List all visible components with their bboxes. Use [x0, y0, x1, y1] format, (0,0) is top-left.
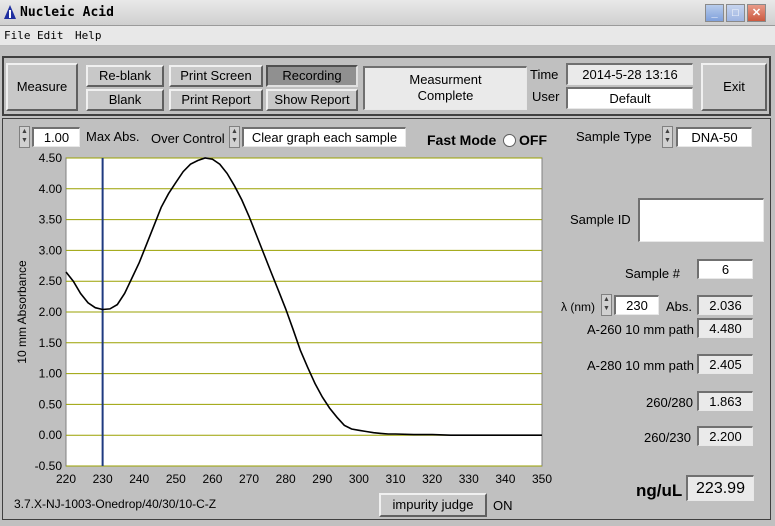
y-tick-label: 1.50 — [39, 336, 63, 350]
sample-type-spinner[interactable]: ▲ ▼ — [662, 126, 673, 148]
ratio-260-230-label: 260/230 — [644, 430, 691, 445]
a280-value: 2.405 — [697, 354, 753, 374]
y-tick-label: 2.50 — [39, 274, 63, 288]
x-tick-label: 290 — [312, 472, 332, 486]
a280-label: A-280 10 mm path — [587, 358, 694, 373]
x-axis-label: Wavelength nm — [233, 488, 316, 490]
lambda-field[interactable]: 230 — [614, 295, 659, 315]
x-tick-label: 260 — [202, 472, 222, 486]
close-button[interactable]: ✕ — [747, 4, 766, 22]
ratio-260-280-value: 1.863 — [697, 391, 753, 411]
y-tick-label: 3.50 — [39, 213, 63, 227]
impurity-judge-button[interactable]: impurity judge — [379, 493, 487, 517]
y-tick-label: 4.00 — [39, 182, 63, 196]
sample-type-label: Sample Type — [576, 129, 652, 144]
concentration-value: 223.99 — [686, 475, 754, 501]
y-tick-label: 4.50 — [39, 151, 63, 165]
menu-help[interactable]: Help — [75, 29, 102, 42]
fast-mode-state: OFF — [519, 132, 547, 148]
y-tick-label: 2.00 — [39, 305, 63, 319]
print-screen-button[interactable]: Print Screen — [169, 65, 263, 87]
time-field: 2014-5-28 13:16 — [566, 63, 693, 85]
x-tick-label: 300 — [349, 472, 369, 486]
abs-label: Abs. — [666, 299, 693, 314]
y-axis-label: 10 mm Absorbance — [15, 260, 29, 364]
maximize-button[interactable]: □ — [726, 4, 745, 22]
a260-label: A-260 10 mm path — [587, 322, 694, 337]
y-tick-label: -0.50 — [35, 459, 63, 473]
menu-bar: File Edit Help — [0, 26, 775, 46]
status-display: Measurment Complete — [363, 66, 527, 110]
x-tick-label: 350 — [532, 472, 552, 486]
clear-graph-field[interactable]: Clear graph each sample — [242, 127, 406, 147]
x-tick-label: 250 — [166, 472, 186, 486]
sample-id-field[interactable] — [638, 198, 764, 242]
sample-number-label: Sample # — [625, 266, 680, 281]
y-tick-label: 3.00 — [39, 243, 63, 257]
menu-file[interactable]: File — [4, 29, 31, 42]
reblank-button[interactable]: Re-blank — [86, 65, 164, 87]
show-report-button[interactable]: Show Report — [266, 89, 358, 111]
y-tick-label: 0.50 — [39, 397, 63, 411]
title-bar: Nucleic Acid _ □ ✕ — [0, 0, 775, 26]
status-line-1: Measurment — [409, 72, 482, 87]
user-field[interactable]: Default — [566, 87, 693, 109]
max-abs-label: Max Abs. — [86, 129, 140, 144]
device-info: 3.7.X-NJ-1003-Onedrop/40/30/10-C-Z — [14, 497, 217, 511]
x-tick-label: 220 — [56, 472, 76, 486]
time-label: Time — [530, 67, 559, 82]
ratio-260-230-value: 2.200 — [697, 426, 753, 446]
x-tick-label: 280 — [276, 472, 296, 486]
ratio-260-280-label: 260/280 — [646, 395, 693, 410]
minimize-button[interactable]: _ — [705, 4, 724, 22]
absorbance-chart: 4.50 4.00 3.50 3.00 2.50 2.00 1.50 1.00 0.50 0.00… — [15, 151, 552, 490]
app-icon — [4, 5, 16, 19]
clear-graph-spinner[interactable]: ▲ ▼ — [229, 126, 240, 148]
x-tick-label: 330 — [459, 472, 479, 486]
menu-edit[interactable]: Edit — [37, 29, 64, 42]
x-tick-label: 230 — [93, 472, 113, 486]
y-tick-label: 1.00 — [39, 367, 63, 381]
lambda-label: λ (nm) — [561, 300, 595, 314]
impurity-state: ON — [493, 498, 513, 513]
concentration-label: ng/uL — [636, 481, 683, 500]
sample-id-label: Sample ID — [570, 212, 631, 227]
status-line-2: Complete — [417, 88, 474, 103]
recording-button[interactable]: Recording — [266, 65, 358, 87]
window-title: Nucleic Acid — [20, 5, 114, 20]
x-tick-label: 270 — [239, 472, 259, 486]
measure-button[interactable]: Measure — [6, 63, 78, 111]
abs-value: 2.036 — [697, 295, 753, 315]
print-report-button[interactable]: Print Report — [169, 89, 263, 111]
max-abs-field[interactable]: 1.00 — [32, 127, 80, 147]
a260-value: 4.480 — [697, 318, 753, 338]
x-tick-label: 240 — [129, 472, 149, 486]
exit-button[interactable]: Exit — [701, 63, 767, 111]
user-label: User — [532, 89, 560, 104]
sample-number-field[interactable]: 6 — [697, 259, 753, 279]
y-tick-label: 0.00 — [39, 428, 63, 442]
x-tick-label: 340 — [495, 472, 515, 486]
sample-type-field[interactable]: DNA-50 — [676, 127, 752, 147]
over-control-label: Over Control — [151, 131, 225, 146]
x-tick-label: 320 — [422, 472, 442, 486]
x-tick-label: 310 — [386, 472, 406, 486]
blank-button[interactable]: Blank — [86, 89, 164, 111]
max-abs-spinner[interactable]: ▲ ▼ — [19, 126, 30, 148]
fast-mode-radio[interactable] — [503, 134, 516, 147]
fast-mode-label: Fast Mode — [427, 132, 497, 148]
lambda-spinner[interactable]: ▲ ▼ — [601, 294, 612, 316]
